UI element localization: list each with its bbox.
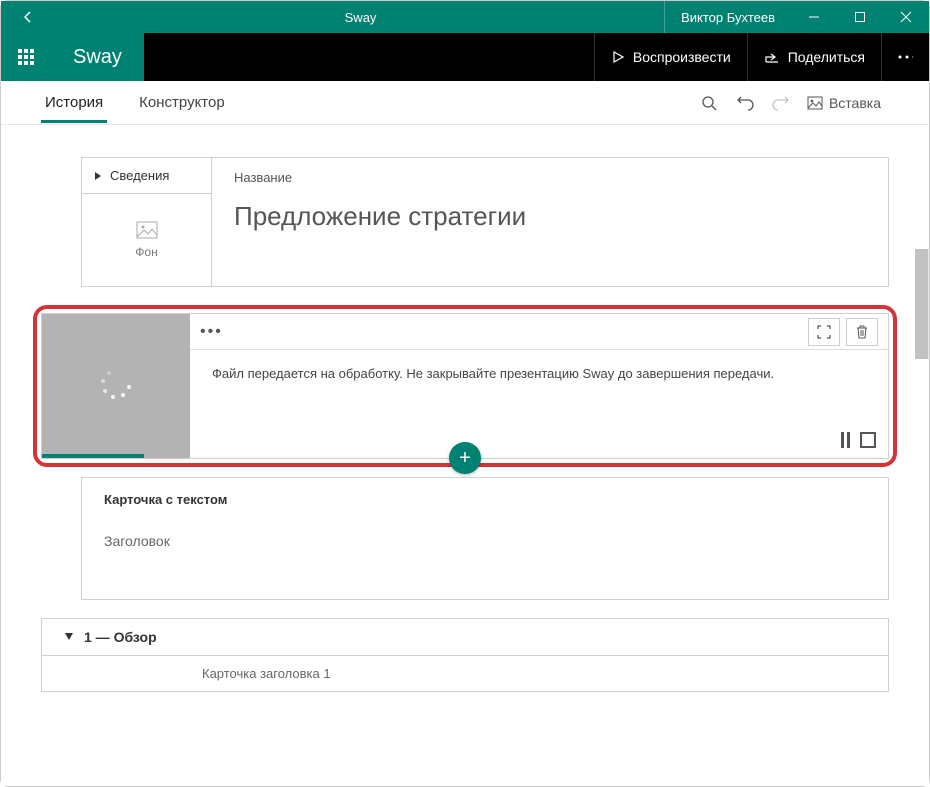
insert-label: Вставка [829, 95, 881, 111]
card-toolbar: ••• [190, 314, 888, 350]
tab-storyline[interactable]: История [41, 82, 107, 123]
user-name[interactable]: Виктор Бухтеев [664, 1, 791, 33]
brand-label[interactable]: Sway [51, 33, 144, 81]
section-title: 1 — Обзор [84, 629, 157, 645]
close-button[interactable] [883, 1, 929, 33]
upload-message: Файл передается на обработку. Не закрыва… [190, 350, 888, 432]
highlight-annotation: ••• Файл передается на обработку. Не зак… [33, 305, 897, 467]
share-label: Поделиться [788, 49, 865, 65]
redo-icon [772, 95, 790, 111]
scrollbar[interactable] [915, 249, 929, 359]
insert-button[interactable]: Вставка [799, 95, 889, 111]
app-menubar: Sway Воспроизвести Поделиться [1, 33, 929, 81]
undo-icon [736, 95, 754, 111]
text-card-heading[interactable]: Заголовок [104, 533, 866, 549]
share-icon [764, 50, 780, 64]
more-button[interactable] [881, 33, 929, 81]
app-title: Sway [57, 10, 664, 25]
spinner-icon [101, 371, 131, 401]
share-button[interactable]: Поделиться [747, 33, 881, 81]
waffle-icon [18, 49, 34, 65]
play-label: Воспроизвести [633, 49, 731, 65]
stop-button[interactable] [860, 432, 876, 448]
undo-button[interactable] [727, 95, 763, 111]
pause-button[interactable] [841, 432, 850, 448]
trash-icon [855, 325, 869, 339]
chevron-right-icon [94, 171, 102, 181]
focus-button[interactable] [808, 318, 840, 346]
text-card[interactable]: Карточка с текстом Заголовок [81, 477, 889, 600]
more-icon [898, 55, 913, 59]
back-button[interactable] [21, 10, 57, 24]
app-launcher[interactable] [1, 33, 51, 81]
upload-card[interactable]: ••• Файл передается на обработку. Не зак… [41, 313, 889, 459]
details-label: Сведения [110, 168, 169, 183]
card-more-button[interactable]: ••• [200, 323, 223, 341]
title-field-label: Название [234, 170, 866, 185]
search-button[interactable] [691, 95, 727, 111]
focus-icon [817, 325, 831, 339]
section-card[interactable]: 1 — Обзор Карточка заголовка 1 [41, 618, 889, 692]
tabs-bar: История Конструктор Вставка [1, 81, 929, 125]
upload-thumbnail [42, 314, 190, 458]
delete-button[interactable] [846, 318, 878, 346]
redo-button[interactable] [763, 95, 799, 111]
tab-design[interactable]: Конструктор [135, 82, 229, 123]
collapse-icon[interactable] [64, 632, 74, 642]
title-card[interactable]: Сведения Фон Название Предложение страте… [81, 157, 889, 287]
play-icon [611, 50, 625, 64]
background-label: Фон [135, 245, 157, 259]
maximize-button[interactable] [837, 1, 883, 33]
section-sub-card[interactable]: Карточка заголовка 1 [42, 655, 888, 681]
image-icon [807, 96, 823, 110]
text-card-label: Карточка с текстом [104, 492, 866, 507]
image-icon [136, 221, 158, 239]
add-card-button[interactable]: + [449, 442, 481, 474]
details-toggle[interactable]: Сведения [82, 158, 211, 194]
search-icon [701, 95, 717, 111]
window-titlebar: Sway Виктор Бухтеев [1, 1, 929, 33]
minimize-button[interactable] [791, 1, 837, 33]
upload-progress [42, 454, 144, 458]
title-heading[interactable]: Предложение стратегии [234, 201, 866, 232]
background-picker[interactable]: Фон [82, 194, 211, 286]
play-button[interactable]: Воспроизвести [594, 33, 747, 81]
storyline-content: Сведения Фон Название Предложение страте… [1, 125, 929, 786]
